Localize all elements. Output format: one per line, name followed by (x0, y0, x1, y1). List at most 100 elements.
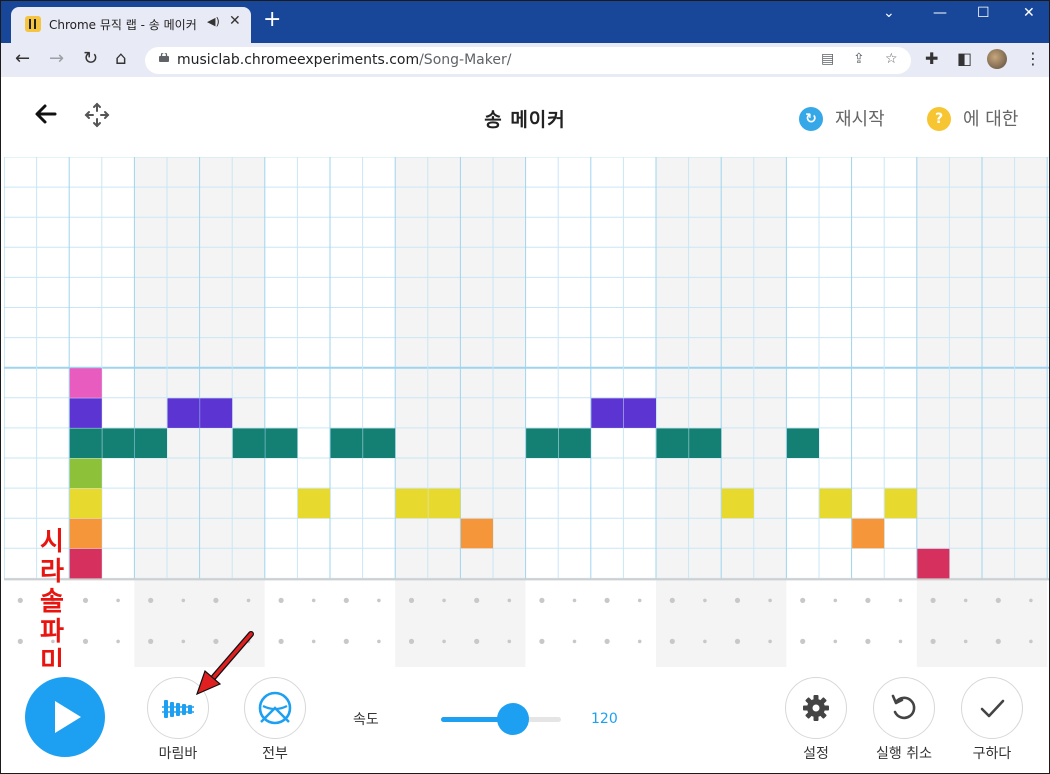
percussion-dot[interactable] (246, 639, 251, 644)
percussion-dot[interactable] (898, 639, 903, 644)
note-cell-sol[interactable] (330, 428, 363, 458)
maximize-icon[interactable]: ☐ (977, 5, 990, 21)
translate-icon[interactable]: ▤ (821, 51, 834, 67)
percussion-dot[interactable] (408, 597, 415, 603)
back-icon[interactable]: ← (15, 48, 30, 69)
percussion-dot[interactable] (833, 639, 838, 644)
percussion-dot[interactable] (17, 638, 23, 644)
percussion-dot[interactable] (377, 639, 381, 644)
percussion-dot[interactable] (898, 598, 903, 603)
note-cell-la[interactable] (200, 398, 233, 428)
note-cell-mi[interactable] (819, 488, 852, 519)
reload-icon[interactable]: ↻ (83, 48, 98, 69)
tempo-slider[interactable] (441, 703, 561, 735)
percussion-dot[interactable] (17, 597, 23, 603)
song-grid[interactable]: 시 라 솔 파 미 레 도 (4, 157, 1049, 737)
percussion-dot[interactable] (637, 598, 642, 603)
percussion-dot[interactable] (474, 597, 480, 603)
percussion-dot[interactable] (148, 597, 154, 603)
note-cell-sol[interactable] (134, 428, 167, 458)
percussion-dot[interactable] (963, 598, 968, 603)
note-cell-mi[interactable] (884, 488, 917, 519)
note-cell-re[interactable] (460, 518, 493, 549)
percussion-dot[interactable] (963, 639, 968, 644)
percussion-dot[interactable] (539, 597, 545, 603)
share-icon[interactable]: ⇪ (853, 51, 865, 67)
avatar[interactable] (987, 49, 1007, 69)
instrument-button[interactable] (147, 677, 209, 739)
note-cell-sol[interactable] (232, 428, 265, 458)
percussion-dot[interactable] (734, 597, 741, 603)
percussion-dot[interactable] (343, 638, 349, 644)
save-button[interactable] (961, 677, 1023, 739)
about-link[interactable]: 에 대한 (963, 105, 1018, 131)
percussion-dot[interactable] (213, 597, 219, 603)
percussion-dot[interactable] (181, 598, 186, 603)
percussion-dot[interactable] (1029, 639, 1033, 644)
note-cell-re[interactable] (69, 518, 102, 549)
percussion-dot[interactable] (539, 638, 545, 644)
note-cell-si[interactable] (69, 368, 102, 398)
percussion-dot[interactable] (669, 638, 675, 644)
note-cell-do[interactable] (917, 548, 950, 579)
menu-kebab-icon[interactable]: ⋮ (1025, 49, 1041, 68)
minimize-icon[interactable]: — (933, 5, 947, 21)
percussion-dot[interactable] (637, 639, 642, 644)
note-cell-sol[interactable] (69, 428, 102, 458)
note-cell-la[interactable] (591, 398, 624, 428)
home-icon[interactable]: ⌂ (115, 48, 126, 69)
drum-button[interactable] (244, 677, 306, 739)
note-cell-la[interactable] (69, 398, 102, 428)
note-cell-sol[interactable] (689, 428, 722, 458)
percussion-dot[interactable] (833, 598, 838, 603)
percussion-dot[interactable] (930, 638, 936, 644)
speaker-icon[interactable]: ◀) (207, 15, 220, 28)
percussion-dot[interactable] (604, 638, 610, 644)
note-cell-sol[interactable] (558, 428, 591, 458)
url-text[interactable]: musiclab.chromeexperiments.com/Song-Make… (177, 52, 511, 68)
percussion-dot[interactable] (311, 639, 316, 644)
percussion-dot[interactable] (604, 597, 610, 603)
percussion-dot[interactable] (246, 598, 251, 603)
percussion-dot[interactable] (311, 598, 316, 603)
note-cell-mi[interactable] (428, 488, 461, 519)
note-cell-re[interactable] (852, 518, 885, 549)
omnibox[interactable]: musiclab.chromeexperiments.com/Song-Make… (145, 47, 911, 74)
percussion-dot[interactable] (377, 598, 381, 603)
settings-button[interactable] (785, 677, 847, 739)
percussion-dot[interactable] (442, 598, 446, 603)
forward-icon[interactable]: → (49, 48, 64, 69)
browser-tab[interactable]: Chrome 뮤직 랩 - 송 메이커 ◀) ✕ (11, 7, 251, 43)
new-tab-icon[interactable]: + (263, 9, 281, 31)
percussion-dot[interactable] (800, 638, 806, 644)
percussion-dot[interactable] (82, 597, 89, 603)
undo-button[interactable] (873, 677, 935, 739)
note-cell-sol[interactable] (656, 428, 689, 458)
note-cell-la[interactable] (167, 398, 200, 428)
percussion-dot[interactable] (278, 597, 284, 603)
note-cell-sol[interactable] (102, 428, 135, 458)
percussion-dot[interactable] (572, 639, 577, 644)
percussion-dot[interactable] (148, 638, 154, 644)
percussion-dot[interactable] (865, 638, 871, 644)
close-tab-icon[interactable]: ✕ (229, 13, 241, 29)
chevron-down-icon[interactable]: ⌄ (883, 5, 895, 21)
percussion-dot[interactable] (768, 639, 772, 644)
note-grid-svg[interactable] (4, 157, 1049, 667)
percussion-dot[interactable] (408, 638, 415, 644)
note-cell-fa[interactable] (69, 458, 102, 489)
note-cell-sol[interactable] (786, 428, 819, 458)
percussion-dot[interactable] (181, 639, 186, 644)
help-icon[interactable]: ? (927, 107, 951, 131)
note-cell-sol[interactable] (265, 428, 298, 458)
percussion-dot[interactable] (82, 638, 89, 644)
note-cell-sol[interactable] (526, 428, 559, 458)
percussion-dot[interactable] (995, 597, 1001, 603)
percussion-dot[interactable] (474, 638, 480, 644)
side-panel-icon[interactable]: ◧ (957, 49, 972, 68)
note-cell-mi[interactable] (721, 488, 754, 519)
percussion-dot[interactable] (734, 638, 741, 644)
percussion-dot[interactable] (865, 597, 871, 603)
percussion-dot[interactable] (572, 598, 577, 603)
note-cell-do[interactable] (69, 548, 102, 579)
